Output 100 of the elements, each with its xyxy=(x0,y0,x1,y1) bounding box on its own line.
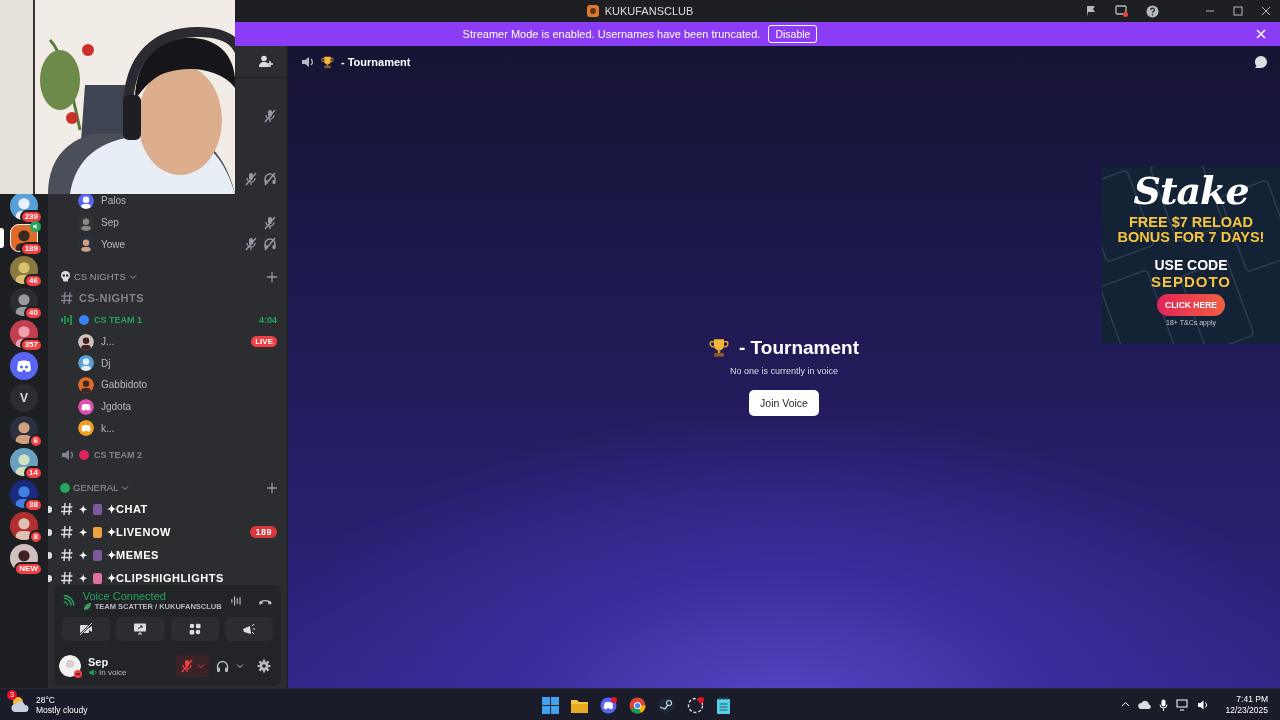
trophy-icon xyxy=(709,337,729,358)
member-name[interactable]: Yowe xyxy=(101,238,126,250)
mention-badge: 189 xyxy=(250,526,277,539)
member-name[interactable]: k... xyxy=(101,422,115,434)
server-icon[interactable] xyxy=(10,320,38,348)
app-icon[interactable] xyxy=(687,696,704,714)
start-icon[interactable] xyxy=(542,696,559,714)
mention-badge: 14 xyxy=(24,466,43,480)
chrome-icon[interactable] xyxy=(629,696,646,714)
category-name[interactable]: CS NIGHTS xyxy=(74,271,126,283)
muted-mic-icon[interactable] xyxy=(244,237,258,252)
member-name[interactable]: Sep xyxy=(101,217,119,229)
megaphone-icon xyxy=(242,622,256,636)
flag-icon[interactable] xyxy=(1085,5,1097,17)
server-icon[interactable] xyxy=(10,256,38,284)
server-icon[interactable] xyxy=(10,416,38,444)
network-icon[interactable] xyxy=(1176,698,1190,711)
hash-icon xyxy=(60,290,74,305)
mention-badge: 38 xyxy=(24,498,43,512)
ad-headline: FREE $7 RELOAD BONUS FOR 7 DAYS! xyxy=(1116,215,1266,245)
voice-channel-name[interactable]: CS TEAM 1 xyxy=(94,314,142,325)
member-name[interactable]: Dj xyxy=(101,357,111,369)
muted-mic-icon[interactable] xyxy=(244,172,258,187)
emoji-icon xyxy=(92,526,102,538)
hash-icon xyxy=(60,502,74,517)
close-icon[interactable] xyxy=(1261,6,1271,16)
sound-wave-icon[interactable] xyxy=(229,593,243,608)
unmute-button[interactable] xyxy=(176,655,209,677)
hash-icon xyxy=(60,571,74,585)
voice-channel-name[interactable]: CS TEAM 2 xyxy=(94,449,142,460)
discord-taskbar-icon[interactable] xyxy=(600,696,617,714)
plus-icon[interactable] xyxy=(267,482,277,493)
hash-icon xyxy=(60,548,74,563)
mention-badge: 357 xyxy=(19,338,43,352)
chevron-up-icon[interactable] xyxy=(1121,700,1131,709)
channel-prefix: ✦ xyxy=(79,549,88,561)
chat-icon[interactable] xyxy=(1254,55,1268,69)
channel-name[interactable]: ✦CLIPSHIGHLIGHTS xyxy=(106,571,224,585)
soundboard-button[interactable] xyxy=(224,617,273,641)
avatar xyxy=(78,333,94,350)
camera-off-button[interactable] xyxy=(62,617,111,641)
muted-mic-icon xyxy=(180,659,194,673)
help-icon[interactable] xyxy=(1146,4,1159,18)
server-icon[interactable] xyxy=(10,448,38,476)
microphone-icon[interactable] xyxy=(1159,698,1169,711)
cloud-icon[interactable] xyxy=(1138,699,1152,710)
category-name[interactable]: GENERAL xyxy=(73,482,119,494)
empty-voice-message: No one is currently in voice xyxy=(729,365,839,376)
server-initial[interactable]: V xyxy=(10,384,38,412)
join-voice-button[interactable]: Join Voice xyxy=(749,389,819,416)
invite-icon[interactable] xyxy=(259,55,273,68)
channel-name[interactable]: ✦LIVENOW xyxy=(106,525,171,539)
leaf-icon xyxy=(82,602,92,611)
steam-icon[interactable] xyxy=(658,696,675,714)
weather-icon[interactable] xyxy=(10,694,30,713)
username: Sep xyxy=(88,655,110,668)
channel-name[interactable]: CS-NIGHTS xyxy=(79,291,144,304)
live-badge: LIVE xyxy=(251,336,277,348)
plus-icon[interactable] xyxy=(267,271,277,282)
member-name[interactable]: Palos xyxy=(101,195,126,207)
mention-badge: NEW xyxy=(14,562,43,576)
discord-logo-icon[interactable] xyxy=(10,352,38,380)
clock-time[interactable]: 7:41 PM xyxy=(1225,693,1268,705)
channel-name[interactable]: ✦MEMES xyxy=(106,548,159,562)
speaker-icon xyxy=(88,667,97,677)
signal-icon xyxy=(62,593,75,608)
activities-icon xyxy=(188,623,201,635)
banner-message: Streamer Mode is enabled. Usernames have been truncated. xyxy=(462,28,761,40)
server-icon[interactable] xyxy=(10,288,38,316)
promo-code: SEPDOTO xyxy=(1150,273,1232,290)
volume-icon[interactable] xyxy=(1197,698,1210,711)
click-here-button[interactable]: CLICK HERE xyxy=(1157,294,1225,316)
camera-off-icon xyxy=(79,623,94,635)
activities-button[interactable] xyxy=(170,617,219,641)
channel-title: - Tournament xyxy=(341,56,411,68)
server-logo-icon xyxy=(586,5,599,17)
channel-prefix: ✦ xyxy=(79,572,88,584)
server-icon[interactable] xyxy=(10,480,38,508)
skull-icon xyxy=(60,271,71,283)
notepad-icon[interactable] xyxy=(716,696,731,714)
member-name[interactable]: J... xyxy=(101,336,115,348)
chevron-icon[interactable] xyxy=(236,662,244,670)
brand-logo: Stake xyxy=(1133,168,1249,213)
disable-button[interactable]: Disable xyxy=(768,25,818,43)
clock-date[interactable]: 12/23/2025 xyxy=(1225,704,1268,716)
screen-icon[interactable] xyxy=(1115,5,1128,17)
channel-name[interactable]: ✦CHAT xyxy=(106,502,148,516)
member-name[interactable]: Jgdota xyxy=(101,401,132,413)
folder-icon[interactable] xyxy=(571,697,588,713)
member-name[interactable]: Gabbidoto xyxy=(101,379,148,391)
channel-prefix: ✦ xyxy=(79,526,88,538)
muted-mic-icon[interactable] xyxy=(263,215,277,230)
muted-mic-icon[interactable] xyxy=(263,108,277,123)
headphones-icon[interactable] xyxy=(216,659,229,673)
server-icon[interactable] xyxy=(10,512,38,540)
settings-icon[interactable] xyxy=(257,659,271,673)
voice-timer: 4:04 xyxy=(259,314,277,325)
screen-share-button[interactable] xyxy=(116,617,165,641)
maximize-icon[interactable] xyxy=(1233,6,1243,16)
status-icon xyxy=(74,670,82,678)
